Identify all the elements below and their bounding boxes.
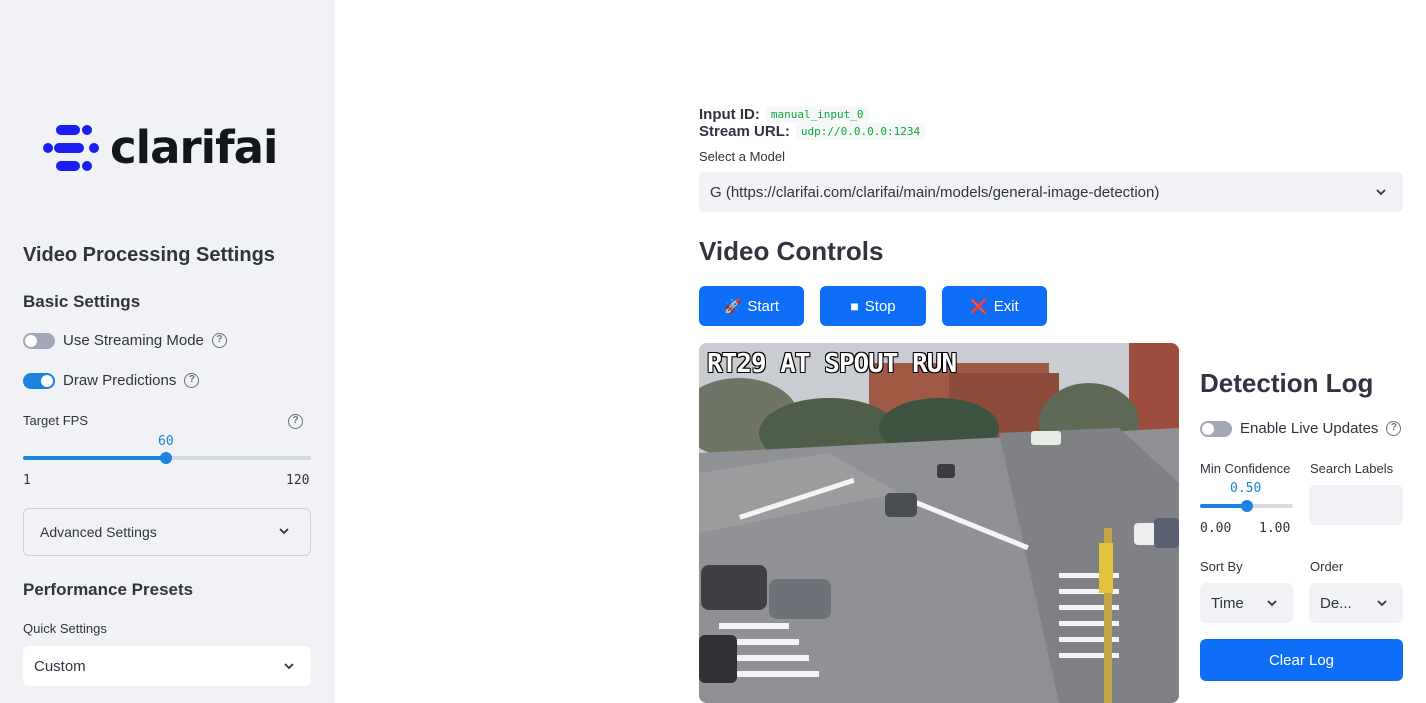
- target-fps-max: 120: [286, 473, 310, 488]
- exit-button-label: Exit: [993, 297, 1019, 315]
- help-icon[interactable]: ?: [1386, 421, 1402, 436]
- basic-settings-heading: Basic Settings: [23, 292, 141, 311]
- chevron-down-icon: [1267, 600, 1277, 607]
- stop-button-label: Stop: [864, 297, 896, 315]
- stop-button[interactable]: ■ Stop: [820, 286, 926, 326]
- logo-text: clarifai: [110, 121, 278, 174]
- advanced-settings-label: Advanced Settings: [40, 524, 157, 540]
- quick-settings-label: Quick Settings: [23, 621, 107, 636]
- stream-url-value: udp://0.0.0.0:1234: [795, 123, 926, 140]
- live-updates-toggle[interactable]: [1200, 420, 1232, 437]
- rocket-icon: 🚀: [723, 297, 742, 314]
- traffic-camera-frame: [699, 343, 1179, 703]
- search-labels-label: Search Labels: [1310, 461, 1394, 476]
- sort-by-label: Sort By: [1200, 559, 1243, 574]
- streaming-mode-toggle[interactable]: [23, 332, 55, 349]
- start-button-label: Start: [747, 297, 780, 315]
- video-feed: RT29 AT SPOUT RUN: [699, 343, 1179, 703]
- video-controls-title: Video Controls: [699, 236, 884, 266]
- search-labels-input[interactable]: [1309, 485, 1403, 525]
- draw-predictions-row: Draw Predictions ?: [23, 372, 200, 389]
- input-id-label: Input ID:: [699, 106, 760, 123]
- input-id-row: Input ID: manual_input_0: [699, 106, 869, 123]
- target-fps-label: Target FPS: [23, 413, 89, 428]
- order-select[interactable]: De...: [1309, 583, 1403, 623]
- help-icon[interactable]: ?: [184, 373, 200, 388]
- min-confidence-fill: [1200, 504, 1247, 508]
- clear-log-button[interactable]: Clear Log: [1200, 639, 1403, 681]
- stop-square-icon: ■: [850, 298, 859, 314]
- streaming-mode-label: Use Streaming Mode: [63, 332, 204, 349]
- order-label: Order: [1310, 559, 1344, 574]
- target-fps-value: 60: [158, 434, 174, 449]
- performance-presets-heading: Performance Presets: [23, 580, 194, 599]
- min-confidence-thumb[interactable]: [1241, 500, 1253, 512]
- quick-settings-select[interactable]: Custom: [23, 646, 311, 686]
- live-updates-row: Enable Live Updates ?: [1200, 420, 1402, 437]
- target-fps-min: 1: [23, 473, 31, 488]
- draw-predictions-label: Draw Predictions: [63, 372, 177, 389]
- draw-predictions-toggle[interactable]: [23, 372, 55, 389]
- sort-by-select[interactable]: Time: [1200, 583, 1293, 623]
- order-value: De...: [1320, 594, 1352, 612]
- min-confidence-value: 0.50: [1230, 481, 1262, 496]
- min-confidence-min: 0.00: [1200, 521, 1232, 536]
- stream-url-row: Stream URL: udp://0.0.0.0:1234: [699, 123, 926, 140]
- sidebar: clarifai Video Processing Settings Basic…: [0, 0, 335, 703]
- advanced-settings-expander[interactable]: Advanced Settings: [23, 508, 311, 556]
- chevron-down-icon: [1376, 189, 1386, 196]
- help-icon[interactable]: ?: [288, 414, 303, 429]
- chevron-down-icon: [1377, 600, 1387, 607]
- start-button[interactable]: 🚀 Start: [699, 286, 804, 326]
- sort-by-value: Time: [1211, 594, 1244, 612]
- red-x-icon: ❌: [970, 297, 988, 314]
- model-select[interactable]: G (https://clarifai.com/clarifai/main/mo…: [699, 172, 1403, 212]
- chevron-down-icon: [284, 663, 294, 670]
- model-select-value: G (https://clarifai.com/clarifai/main/mo…: [710, 183, 1160, 201]
- live-updates-label: Enable Live Updates: [1240, 420, 1379, 437]
- stream-url-label: Stream URL:: [699, 123, 790, 140]
- min-confidence-max: 1.00: [1259, 521, 1291, 536]
- video-overlay-text: RT29 AT SPOUT RUN: [707, 349, 957, 379]
- help-icon[interactable]: ?: [211, 333, 227, 348]
- select-model-label: Select a Model: [699, 149, 785, 164]
- target-fps-fill: [23, 456, 166, 460]
- settings-title: Video Processing Settings: [23, 244, 275, 266]
- quick-settings-value: Custom: [34, 657, 86, 675]
- detection-log-title: Detection Log: [1200, 368, 1374, 398]
- target-fps-thumb[interactable]: [160, 452, 172, 464]
- streaming-mode-row: Use Streaming Mode ?: [23, 332, 227, 349]
- exit-button[interactable]: ❌ Exit: [942, 286, 1047, 326]
- min-confidence-label: Min Confidence: [1200, 461, 1291, 476]
- clear-log-label: Clear Log: [1268, 651, 1335, 669]
- input-id-value: manual_input_0: [765, 106, 869, 123]
- clarifai-logo-icon: [43, 125, 99, 171]
- chevron-down-icon: [279, 528, 289, 535]
- clarifai-logo: clarifai: [42, 121, 278, 174]
